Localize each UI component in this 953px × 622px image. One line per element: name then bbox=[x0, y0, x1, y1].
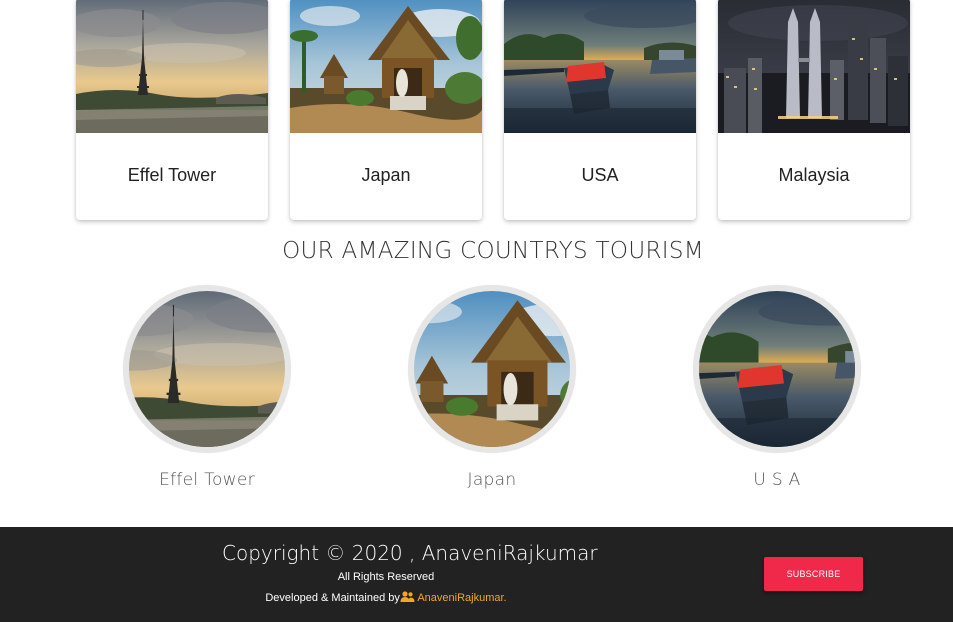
developer-credit-prefix: Developed & Maintained by bbox=[265, 592, 400, 604]
featured-item-label: U S A bbox=[753, 470, 801, 490]
destination-card[interactable]: USA bbox=[504, 0, 696, 220]
rights-reserved-text: All Rights Reserved bbox=[337, 571, 435, 583]
harbor-sunset-photo bbox=[699, 291, 855, 447]
featured-item[interactable]: Japan bbox=[408, 285, 576, 495]
copyright-text: Copyright © 2020 , AnaveniRajkumar bbox=[222, 541, 598, 565]
destination-card[interactable]: Malaysia bbox=[718, 0, 910, 220]
subscribe-button[interactable]: SUBSCRIBE bbox=[764, 557, 863, 591]
featured-image-frame bbox=[123, 285, 291, 453]
destination-card-title: Effel Tower bbox=[127, 165, 217, 185]
featured-item[interactable]: U S A bbox=[693, 285, 861, 495]
eiffel-tower-photo bbox=[76, 0, 268, 133]
destination-card-title: Japan bbox=[361, 165, 411, 185]
city-skyline-night-photo bbox=[718, 0, 910, 133]
featured-image-frame bbox=[408, 285, 576, 453]
featured-item-label: Japan bbox=[467, 470, 517, 490]
author-link[interactable]: AnaveniRajkumar. bbox=[417, 592, 506, 604]
users-icon bbox=[400, 591, 415, 602]
temple-photo bbox=[414, 291, 570, 447]
featured-item[interactable]: Effel Tower bbox=[123, 285, 291, 495]
developer-credit: Developed & Maintained by AnaveniRajkuma… bbox=[222, 591, 550, 604]
section-title: OUR AMAZING COUNTRYS TOURISM bbox=[282, 238, 704, 264]
destination-card-title: Malaysia bbox=[778, 165, 850, 185]
eiffel-tower-photo bbox=[129, 291, 285, 447]
destination-card-title: USA bbox=[581, 165, 619, 185]
featured-item-label: Effel Tower bbox=[159, 470, 255, 490]
destination-card[interactable]: Japan bbox=[290, 0, 482, 220]
site-footer: Copyright © 2020 , AnaveniRajkumar All R… bbox=[0, 527, 953, 622]
temple-photo bbox=[290, 0, 482, 133]
destination-cards: Effel Tower Japan USA Malaysia bbox=[0, 0, 953, 222]
harbor-sunset-photo bbox=[504, 0, 696, 133]
featured-image-frame bbox=[693, 285, 861, 453]
destination-card[interactable]: Effel Tower bbox=[76, 0, 268, 220]
